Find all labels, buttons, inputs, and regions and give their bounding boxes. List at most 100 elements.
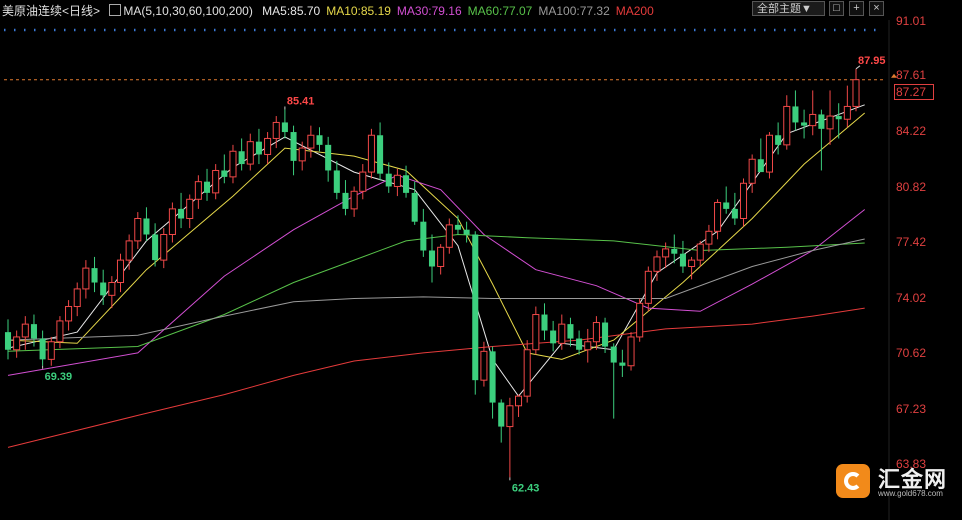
site-logo: 汇金网 www.gold678.com: [836, 462, 954, 502]
instrument-name[interactable]: 美原油连续: [2, 4, 62, 18]
candle: [445, 218, 453, 254]
candle-body: [100, 282, 107, 296]
candle-body: [688, 259, 696, 268]
candle: [160, 228, 168, 269]
candle: [411, 181, 418, 225]
candle: [342, 180, 349, 216]
candle-body: [592, 322, 600, 343]
candle-body: [393, 174, 401, 187]
candle: [437, 244, 445, 275]
candle: [377, 122, 384, 181]
candle-body: [515, 395, 523, 407]
candle-body: [47, 341, 55, 360]
candle-body: [835, 116, 842, 120]
candle: [679, 240, 686, 273]
candle: [143, 207, 150, 241]
candle: [428, 234, 436, 283]
candle: [255, 128, 262, 165]
logo-icon: [836, 464, 870, 498]
candle: [532, 306, 540, 355]
candle-body: [21, 323, 29, 338]
candle: [472, 231, 479, 395]
theme-select[interactable]: 全部主题▼: [752, 1, 825, 16]
high-annotation-2: 87.95: [858, 55, 886, 67]
candle-body: [472, 234, 479, 381]
candle: [783, 95, 791, 150]
candle: [576, 330, 583, 355]
candle: [696, 240, 704, 267]
candle: [757, 138, 764, 173]
candle: [567, 317, 574, 347]
candle: [134, 212, 142, 249]
candle-body: [65, 306, 73, 322]
candle: [65, 300, 73, 331]
candle-body: [290, 132, 297, 161]
candle: [592, 316, 600, 350]
candle-body: [818, 114, 825, 129]
candle: [125, 234, 133, 270]
candle-body: [350, 190, 358, 210]
candle-body: [377, 135, 384, 174]
candle: [739, 178, 748, 227]
candle-body: [567, 324, 574, 339]
candle-body: [4, 332, 12, 350]
add-button[interactable]: +: [849, 1, 864, 16]
candle: [186, 194, 194, 229]
candle-body: [325, 144, 332, 171]
candle-body: [30, 324, 37, 339]
candle-body: [359, 171, 367, 192]
candle-body: [212, 169, 220, 194]
candle-body: [602, 322, 609, 347]
ma100-value: MA100:77.32: [538, 4, 610, 18]
candle-body: [801, 122, 808, 126]
candle: [264, 132, 272, 165]
candle: [731, 192, 738, 225]
ma-group-label[interactable]: MA(5,10,30,60,100,200): [123, 4, 252, 18]
candle-body: [333, 170, 340, 193]
candle-body: [134, 217, 142, 242]
candlestick-chart[interactable]: 85.41 69.39 62.43 87.95: [0, 0, 962, 520]
candle-body: [116, 259, 125, 284]
candle-body: [523, 349, 531, 397]
candle: [584, 328, 592, 363]
candle-body: [445, 224, 453, 248]
candle-body: [91, 268, 98, 283]
candle-body: [671, 248, 678, 254]
period-label[interactable]: <日线>: [62, 4, 100, 18]
candle-body: [627, 336, 635, 367]
settings-icon[interactable]: [109, 4, 122, 16]
candle: [558, 314, 566, 350]
candle-body: [619, 362, 626, 366]
candle: [550, 320, 557, 352]
candle: [636, 298, 644, 342]
candle: [852, 68, 860, 112]
candle: [610, 343, 617, 419]
ma-line-ma200: [7, 307, 865, 448]
candle: [108, 276, 116, 309]
y-tick-label: 84.22: [896, 124, 927, 138]
candle-body: [56, 320, 64, 343]
candle-body: [584, 341, 592, 351]
close-button[interactable]: ×: [869, 1, 884, 16]
candle-body: [125, 240, 133, 261]
candle-body: [636, 302, 644, 338]
candle: [644, 266, 652, 312]
candle: [316, 127, 323, 152]
candle: [194, 175, 202, 209]
candle: [801, 109, 808, 139]
candle-body: [714, 201, 722, 232]
candle-body: [385, 173, 392, 187]
ma30-value: MA30:79.16: [396, 4, 462, 18]
candle-body: [550, 330, 557, 344]
candle: [541, 303, 548, 341]
candle: [178, 192, 185, 229]
candle: [91, 256, 98, 293]
candle: [489, 346, 496, 419]
restore-button[interactable]: □: [829, 1, 844, 16]
candle-body: [281, 122, 288, 133]
candle-body: [739, 182, 748, 219]
candle: [168, 202, 176, 243]
candle-body: [221, 170, 228, 177]
candle-body: [39, 338, 46, 360]
candle: [515, 394, 523, 417]
